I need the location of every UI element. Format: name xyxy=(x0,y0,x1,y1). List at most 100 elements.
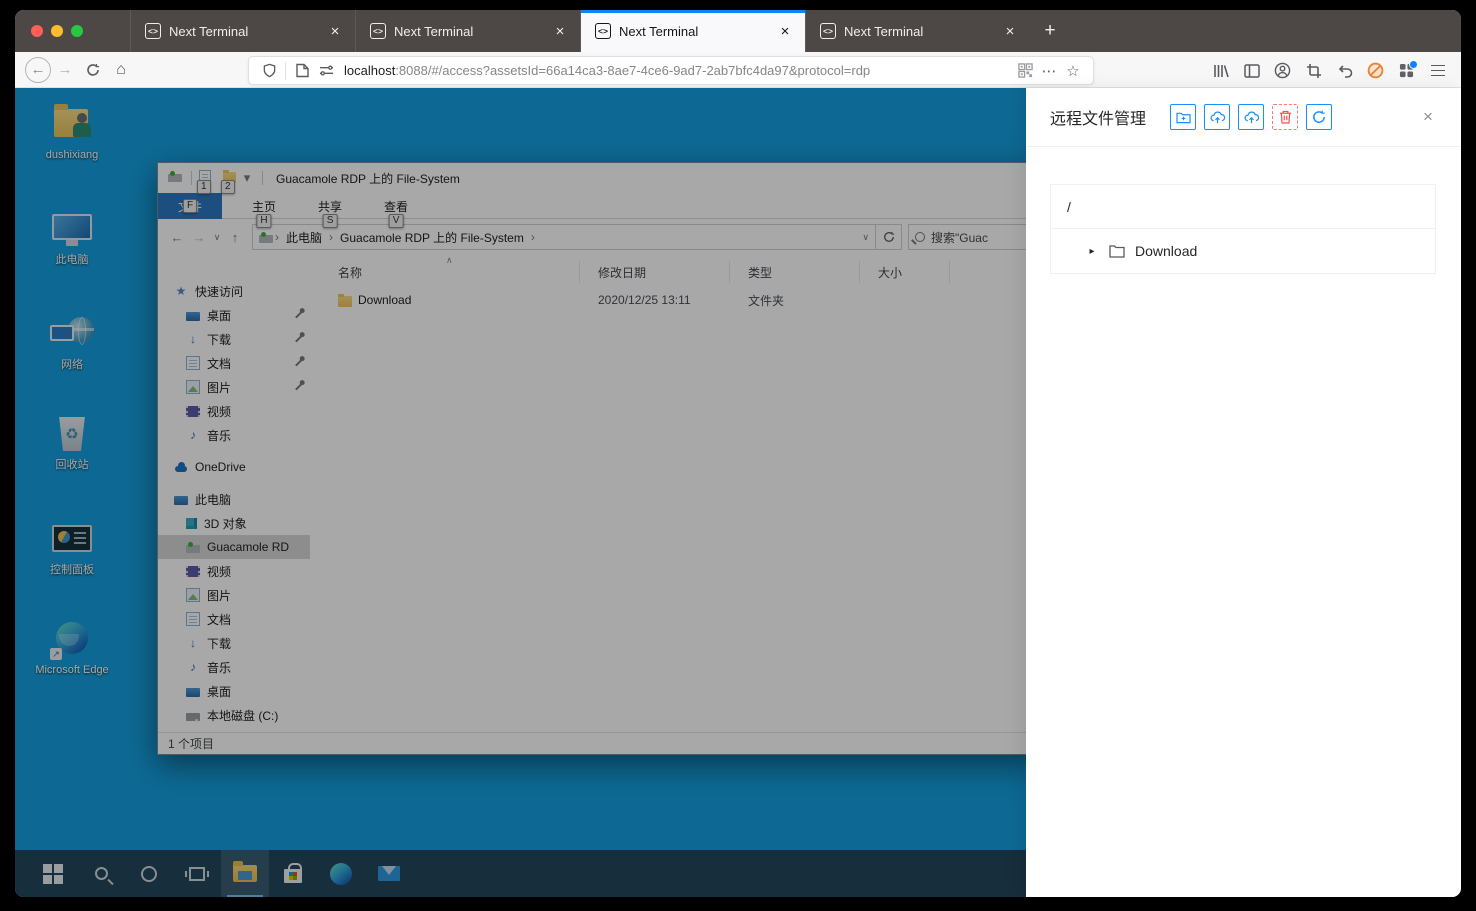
breadcrumb-current[interactable]: Guacamole RDP 上的 File-System xyxy=(340,229,524,246)
nav-3d-objects[interactable]: 3D 对象 xyxy=(158,511,310,535)
nav-videos-2[interactable]: 视频 xyxy=(158,559,310,583)
browser-tab-3-active[interactable]: <> Next Terminal × xyxy=(580,10,805,52)
explorer-file-list[interactable]: ∧ 名称 修改日期 类型 大小 Download 2020/12/25 13:1… xyxy=(320,255,1026,732)
drawer-close-icon[interactable]: × xyxy=(1417,106,1439,128)
microsoft-store-icon xyxy=(284,869,302,883)
macos-zoom-button[interactable] xyxy=(71,25,83,37)
nav-downloads[interactable]: ↓下载 xyxy=(158,327,310,351)
start-button[interactable] xyxy=(29,850,77,897)
explorer-window[interactable]: 1 2 ▾ Guacamole RDP 上的 File-System 文件 F xyxy=(157,162,1026,755)
home-button[interactable]: ⌂ xyxy=(107,56,135,84)
desktop-icon-network[interactable]: 网络 xyxy=(33,315,111,373)
current-path[interactable]: / xyxy=(1051,185,1435,229)
desktop-icon-this-pc[interactable]: 此电脑 xyxy=(33,210,111,268)
qat-dropdown-icon[interactable]: ▾ xyxy=(239,170,255,186)
sort-ascending-icon[interactable]: ∧ xyxy=(446,255,453,266)
new-folder-button[interactable] xyxy=(1170,104,1196,130)
new-tab-button[interactable]: + xyxy=(1035,17,1065,45)
pictures-icon xyxy=(186,588,200,602)
taskbar-search-button[interactable] xyxy=(77,850,125,897)
tab-close-icon[interactable]: × xyxy=(775,21,795,41)
desktop-icon-control-panel[interactable]: 控制面板 xyxy=(33,520,111,578)
back-button[interactable]: ← xyxy=(25,57,51,83)
nav-music-2[interactable]: ♪音乐 xyxy=(158,655,310,679)
column-header-type[interactable]: 类型 xyxy=(730,261,860,283)
page-info-icon[interactable] xyxy=(290,59,314,83)
desktop-icon-dushixiang[interactable]: dushixiang xyxy=(33,105,111,163)
upload-file-button[interactable] xyxy=(1204,104,1230,130)
upload-folder-button[interactable] xyxy=(1238,104,1264,130)
browser-tab-2[interactable]: <> Next Terminal × xyxy=(355,10,580,52)
permissions-icon[interactable] xyxy=(314,59,338,83)
page-actions-icon[interactable]: ⋯ xyxy=(1037,59,1061,83)
extensions-icon[interactable] xyxy=(1391,57,1422,85)
screenshot-crop-icon[interactable] xyxy=(1298,57,1329,85)
nav-pictures[interactable]: 图片 xyxy=(158,375,310,399)
nav-onedrive[interactable]: OneDrive xyxy=(158,455,310,479)
tree-node-download[interactable]: ▸ Download xyxy=(1051,229,1435,273)
address-box[interactable]: › 此电脑 › Guacamole RDP 上的 File-System › ∨ xyxy=(252,224,876,250)
tab-close-icon[interactable]: × xyxy=(550,21,570,41)
tab-close-icon[interactable]: × xyxy=(325,21,345,41)
nav-downloads-2[interactable]: ↓下载 xyxy=(158,631,310,655)
nav-desktop-2[interactable]: 桌面 xyxy=(158,679,310,703)
recent-locations-icon[interactable]: ∨ xyxy=(210,232,224,243)
bookmark-star-icon[interactable]: ☆ xyxy=(1061,59,1085,83)
ribbon-tab-home[interactable]: 主页 H xyxy=(236,193,292,219)
forward-button[interactable]: → xyxy=(51,56,79,84)
address-dropdown-icon[interactable]: ∨ xyxy=(862,232,869,243)
library-icon[interactable] xyxy=(1205,57,1236,85)
explorer-search-box[interactable]: 搜索"Guac xyxy=(908,224,1026,250)
explorer-up-icon[interactable]: ↑ xyxy=(224,230,246,245)
nav-local-disk-c[interactable]: 本地磁盘 (C:) xyxy=(158,703,310,727)
nav-documents-2[interactable]: 文档 xyxy=(158,607,310,631)
qat-button-2[interactable]: 2 xyxy=(223,170,239,186)
column-header-modified[interactable]: 修改日期 xyxy=(580,261,730,283)
account-icon[interactable] xyxy=(1267,57,1298,85)
taskbar-edge[interactable] xyxy=(317,850,365,897)
ribbon-tab-file[interactable]: 文件 F xyxy=(158,193,222,219)
nav-this-pc[interactable]: 此电脑 xyxy=(158,487,310,511)
explorer-forward-icon[interactable]: → xyxy=(188,230,210,245)
ribbon-tab-view[interactable]: 查看 V xyxy=(368,193,424,219)
reload-button[interactable] xyxy=(79,56,107,84)
explorer-back-icon[interactable]: ← xyxy=(166,230,188,245)
nav-documents[interactable]: 文档 xyxy=(158,351,310,375)
tree-caret-icon[interactable]: ▸ xyxy=(1085,246,1099,257)
desktop-icon-recycle-bin[interactable]: ♻ 回收站 xyxy=(33,415,111,473)
rdp-canvas[interactable]: dushixiang 此电脑 网络 ♻ 回收站 控制面板 ↗ Microsoft… xyxy=(15,88,1026,897)
macos-close-button[interactable] xyxy=(31,25,43,37)
nav-videos[interactable]: 视频 xyxy=(158,399,310,423)
menu-hamburger-icon[interactable] xyxy=(1422,57,1453,85)
breadcrumb-this-pc[interactable]: 此电脑 xyxy=(286,229,322,246)
url-text[interactable]: localhost:8088/#/access?assetsId=66a14ca… xyxy=(344,63,1013,78)
sidebar-toggle-icon[interactable] xyxy=(1236,57,1267,85)
nav-music[interactable]: ♪音乐 xyxy=(158,423,310,447)
nav-pictures-2[interactable]: 图片 xyxy=(158,583,310,607)
address-refresh-button[interactable] xyxy=(876,224,902,250)
desktop-icon-edge[interactable]: ↗ Microsoft Edge xyxy=(33,620,111,678)
nav-quick-access[interactable]: 快速访问 xyxy=(158,279,310,303)
browser-tab-4[interactable]: <> Next Terminal × xyxy=(805,10,1030,52)
undo-send-icon[interactable] xyxy=(1329,57,1360,85)
qat-button-1[interactable]: 1 xyxy=(199,170,215,186)
blocked-extension-icon[interactable] xyxy=(1360,57,1391,85)
taskbar-file-explorer[interactable] xyxy=(221,850,269,897)
qr-code-icon[interactable] xyxy=(1013,59,1037,83)
macos-minimize-button[interactable] xyxy=(51,25,63,37)
ribbon-tab-share[interactable]: 共享 S xyxy=(302,193,358,219)
tab-close-icon[interactable]: × xyxy=(1000,21,1020,41)
file-row-download[interactable]: Download 2020/12/25 13:11 文件夹 xyxy=(320,289,860,311)
task-view-button[interactable] xyxy=(173,850,221,897)
nav-desktop[interactable]: 桌面 xyxy=(158,303,310,327)
column-header-size[interactable]: 大小 xyxy=(860,261,950,283)
explorer-titlebar[interactable]: 1 2 ▾ Guacamole RDP 上的 File-System xyxy=(158,163,1026,193)
refresh-button[interactable] xyxy=(1306,104,1332,130)
nav-guacamole-drive[interactable]: Guacamole RD xyxy=(158,535,310,559)
cortana-button[interactable] xyxy=(125,850,173,897)
taskbar-mail[interactable] xyxy=(365,850,413,897)
taskbar-store[interactable] xyxy=(269,850,317,897)
url-bar[interactable]: localhost:8088/#/access?assetsId=66a14ca… xyxy=(248,56,1094,85)
browser-tab-1[interactable]: <> Next Terminal × xyxy=(130,10,355,52)
delete-button[interactable] xyxy=(1272,104,1298,130)
